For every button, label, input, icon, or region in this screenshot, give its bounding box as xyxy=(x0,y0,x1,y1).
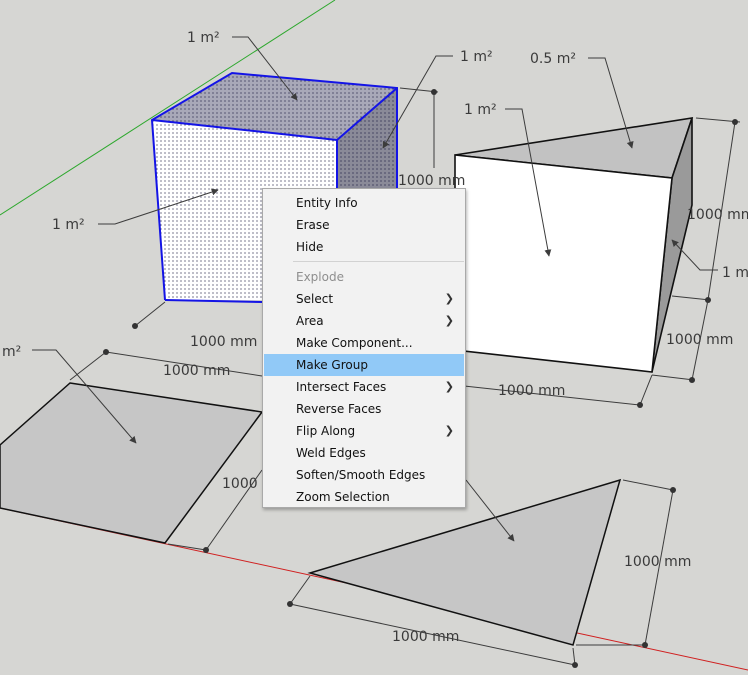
prism-depth-label: 1000 mm xyxy=(666,332,733,348)
menu-make-group[interactable]: Make Group xyxy=(264,354,464,376)
menu-reverse-faces[interactable]: Reverse Faces xyxy=(264,398,464,420)
menu-zoom-selection[interactable]: Zoom Selection xyxy=(264,486,464,508)
menu-item-label: Intersect Faces xyxy=(296,380,387,394)
cube-side-area-label: 1 m² xyxy=(460,49,493,65)
menu-area[interactable]: Area ❯ xyxy=(264,310,464,332)
menu-intersect-faces[interactable]: Intersect Faces ❯ xyxy=(264,376,464,398)
triangle-height-label: 1000 mm xyxy=(624,554,691,570)
square-width-label: 1000 mm xyxy=(163,363,230,379)
triangle-width-label: 1000 mm xyxy=(392,629,459,645)
chevron-right-icon: ❯ xyxy=(444,380,454,393)
menu-item-label: Soften/Smooth Edges xyxy=(296,468,426,482)
cube-height-dimension[interactable]: 1000 mm xyxy=(398,87,465,189)
menu-item-label: Hide xyxy=(296,240,324,254)
prism-front-area-label: 1 m² xyxy=(464,102,497,118)
chevron-right-icon: ❯ xyxy=(444,292,454,305)
menu-weld-edges[interactable]: Weld Edges xyxy=(264,442,464,464)
cube-front-area-label: 1 m² xyxy=(52,217,85,233)
prism-front-face[interactable] xyxy=(454,154,673,373)
menu-item-label: Explode xyxy=(296,270,344,284)
cube-width-dimension[interactable]: 1000 mm xyxy=(132,301,257,350)
context-menu: Entity Info Erase Hide Explode Select ❯ A… xyxy=(262,188,466,508)
menu-make-component[interactable]: Make Component... xyxy=(264,332,464,354)
chevron-right-icon: ❯ xyxy=(444,424,454,437)
square-width-dimension[interactable]: 1000 mm xyxy=(69,349,263,381)
menu-item-label: Zoom Selection xyxy=(296,490,390,504)
menu-item-label: Make Group xyxy=(296,358,368,372)
menu-soften-smooth-edges[interactable]: Soften/Smooth Edges xyxy=(264,464,464,486)
triangular-prism[interactable] xyxy=(454,117,694,373)
prism-width-label: 1000 mm xyxy=(498,383,565,399)
menu-item-label: Erase xyxy=(296,218,330,232)
cube-width-label: 1000 mm xyxy=(190,334,257,350)
menu-erase[interactable]: Erase xyxy=(264,214,464,236)
menu-item-label: Select xyxy=(296,292,334,306)
square-depth-label: 1000 xyxy=(222,476,258,492)
prism-side-area-leader[interactable]: 1 m xyxy=(671,239,748,281)
menu-flip-along[interactable]: Flip Along ❯ xyxy=(264,420,464,442)
prism-top-area-label: 0.5 m² xyxy=(530,51,576,67)
menu-item-label: Area xyxy=(296,314,324,328)
menu-item-label: Reverse Faces xyxy=(296,402,382,416)
menu-separator xyxy=(293,261,464,262)
cube-side-area-leader[interactable]: 1 m² xyxy=(382,49,493,149)
menu-item-label: Weld Edges xyxy=(296,446,366,460)
menu-select[interactable]: Select ❯ xyxy=(264,288,464,310)
prism-height-right-label: 1000 mm xyxy=(687,207,748,223)
square-area-label: m² xyxy=(2,344,21,360)
ground-square-face[interactable] xyxy=(0,382,264,544)
menu-hide[interactable]: Hide xyxy=(264,236,464,258)
menu-item-label: Entity Info xyxy=(296,196,358,210)
menu-item-label: Make Component... xyxy=(296,336,413,350)
menu-explode: Explode xyxy=(264,266,464,288)
menu-item-label: Flip Along xyxy=(296,424,356,438)
chevron-right-icon: ❯ xyxy=(444,314,454,327)
cube-top-area-label: 1 m² xyxy=(187,30,220,46)
prism-side-area-label: 1 m xyxy=(722,265,748,281)
cube-height-label: 1000 mm xyxy=(398,173,465,189)
menu-entity-info[interactable]: Entity Info xyxy=(264,192,464,214)
